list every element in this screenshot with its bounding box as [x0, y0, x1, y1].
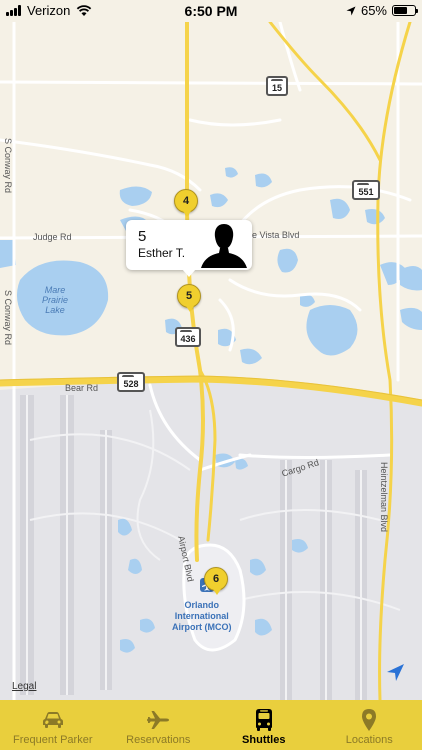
- tab-bar: Frequent Parker Reservations Shuttles Lo…: [0, 700, 422, 750]
- tab-label-shuttles: Shuttles: [242, 734, 286, 746]
- callout-shuttle-number: 5: [138, 228, 147, 245]
- car-icon: [42, 712, 63, 728]
- current-location-icon[interactable]: [384, 662, 406, 684]
- tab-label-frequent-parker: Frequent Parker: [13, 734, 93, 746]
- shuttle-tracker-app: Verizon 6:50 PM 65% Judge Rd e Vista Blv…: [0, 0, 422, 750]
- tab-reservations[interactable]: Reservations: [106, 700, 212, 750]
- tab-label-reservations: Reservations: [126, 734, 191, 746]
- airplane-icon: [147, 711, 170, 729]
- tab-label-locations: Locations: [345, 734, 393, 746]
- water-label-mare-prairie-lake: Mare Prairie Lake: [42, 285, 69, 315]
- battery-icon: [392, 5, 418, 16]
- airport-label: Orlando International Airport (MCO): [172, 600, 232, 632]
- road-label-conway-rd-upper: S Conway Rd: [3, 138, 13, 194]
- map-view[interactable]: Judge Rd e Vista Blvd Bear Rd Cargo Rd A…: [0, 0, 422, 700]
- road-label-vista-blvd: e Vista Blvd: [252, 230, 300, 240]
- route-shield-436: 436: [175, 327, 201, 347]
- battery-fill: [394, 7, 407, 14]
- legal-link[interactable]: Legal: [12, 681, 36, 692]
- battery-percent: 65%: [360, 3, 387, 18]
- callout-driver-name: Esther T.: [138, 246, 186, 260]
- location-pin-icon: [362, 709, 377, 731]
- bus-icon: [255, 709, 272, 731]
- shuttle-marker-5[interactable]: 5: [177, 284, 201, 312]
- driver-avatar-icon: [201, 224, 247, 268]
- status-right: 65%: [346, 3, 418, 18]
- route-shield-15: 15: [266, 76, 288, 96]
- route-shield-528: 528: [117, 372, 145, 392]
- tab-locations[interactable]: Locations: [317, 700, 422, 750]
- location-arrow-icon: [346, 6, 356, 15]
- route-shield-551: 551: [352, 180, 380, 200]
- status-bar: Verizon 6:50 PM 65%: [0, 0, 422, 22]
- road-label-conway-rd-lower: S Conway Rd: [3, 290, 13, 346]
- road-label-judge-rd: Judge Rd: [33, 232, 72, 242]
- tab-frequent-parker[interactable]: Frequent Parker: [0, 700, 106, 750]
- shuttle-marker-4[interactable]: 4: [174, 189, 198, 217]
- shuttle-callout[interactable]: 5 Esther T.: [126, 220, 252, 277]
- tab-shuttles[interactable]: Shuttles: [211, 700, 317, 750]
- road-label-heintzelman-blvd: Heintzelman Blvd: [379, 462, 389, 533]
- road-label-bear-rd: Bear Rd: [65, 383, 99, 393]
- map-canvas[interactable]: [0, 0, 422, 700]
- shuttle-marker-6[interactable]: 6: [204, 567, 228, 595]
